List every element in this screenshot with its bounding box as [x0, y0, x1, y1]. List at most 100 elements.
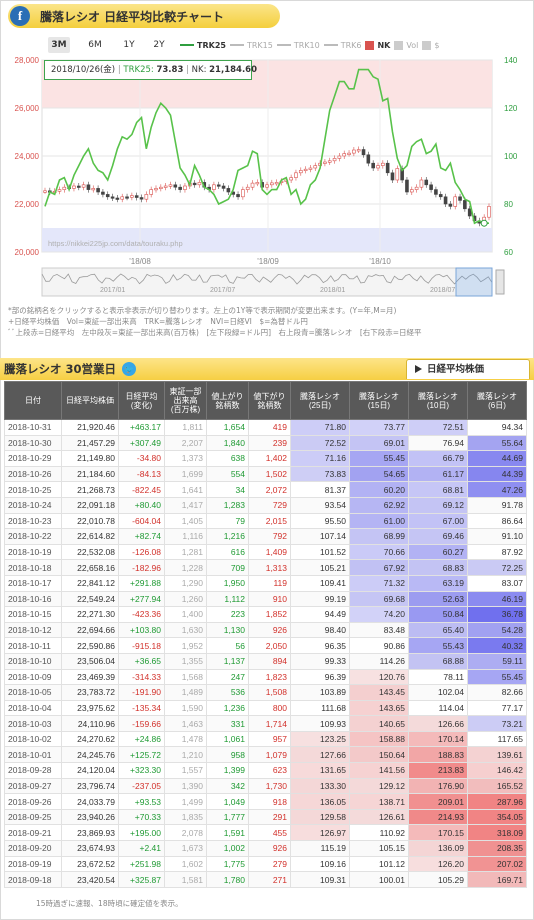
candle-body: [245, 186, 250, 190]
table-cell: 170.15: [408, 824, 468, 842]
table-row: 2018-10-31 21,920.46 +463.17 1,811 1,654 419 7…: [4, 419, 527, 436]
candle-body: [110, 196, 115, 199]
table-cell: 96.39: [290, 668, 350, 686]
table-cell: 136.09: [408, 840, 468, 857]
table-cell: 1,581: [164, 871, 207, 888]
table-cell: +307.49: [118, 434, 165, 452]
table-cell: 114.26: [349, 652, 409, 670]
table-cell: 331: [206, 715, 249, 732]
candle-body: [144, 194, 149, 200]
legend-item-trk6[interactable]: TRK6: [323, 41, 361, 50]
table-cell: 22,841.12: [61, 574, 119, 592]
table-cell: 2018-09-26: [4, 793, 62, 810]
candle-body: [62, 186, 67, 190]
range-button-2y[interactable]: 2Y: [148, 37, 170, 53]
nikkei-vs-ratio-chart[interactable]: 28,000 26,000 24,000 22,000 20,000 140 120 100 8…: [0, 52, 534, 302]
f-badge-icon: f: [10, 6, 30, 26]
table-cell: 2018-09-21: [4, 824, 62, 842]
table-cell: 83.48: [349, 621, 409, 639]
legend-item-usd[interactable]: $: [422, 40, 440, 50]
legend-item-trk25[interactable]: TRK25: [180, 41, 226, 50]
candle-body: [197, 182, 202, 186]
column-header: 値下がり 銘柄数: [248, 381, 291, 420]
table-cell: 44.69: [467, 450, 527, 467]
legend-label: NK: [377, 40, 391, 50]
table-cell: 2018-10-25: [4, 481, 62, 498]
candle-body: [173, 184, 178, 188]
table-cell: 1,399: [206, 762, 249, 779]
table-cell: 44.39: [467, 465, 527, 483]
column-header: 騰落レシオ (10日): [408, 381, 468, 420]
table-cell: 68.83: [408, 559, 468, 576]
table-cell: 72.25: [467, 559, 527, 576]
table-cell: 72.52: [290, 434, 350, 452]
left-tick-label: 20,000: [15, 248, 40, 257]
table-cell: 98.40: [290, 621, 350, 639]
candle-body: [356, 149, 361, 152]
table-cell: 1,002: [206, 840, 249, 857]
table-cell: 63.19: [408, 574, 468, 592]
table-cell: 213.83: [408, 762, 468, 779]
navigator-label: 2017/07: [210, 287, 235, 294]
table-cell: 291: [248, 808, 291, 826]
candle-body: [81, 184, 86, 188]
table-cell: -34.80: [118, 450, 165, 467]
table-cell: 23,869.93: [61, 824, 119, 842]
table-cell: 96.35: [290, 637, 350, 654]
table-row: 2018-10-05 23,783.72 -191.90 1,489 536 1,508 1…: [4, 684, 527, 701]
table-row: 2018-09-18 23,420.54 +325.87 1,581 1,780 271 1…: [4, 871, 527, 888]
nikkei-tab-button[interactable]: 日経平均株価: [406, 359, 530, 379]
table-cell: 1,061: [206, 730, 249, 748]
legend-item-trk15[interactable]: TRK15: [229, 41, 273, 50]
candle-body: [178, 186, 182, 190]
twitter-bird-icon[interactable]: 🐦: [122, 362, 137, 376]
legend-item-nk[interactable]: NK: [365, 40, 391, 50]
candle-body: [323, 161, 327, 164]
table-cell: 69.12: [408, 496, 468, 514]
legend-label: $: [434, 40, 440, 50]
note-line: +日経平均株価 Vol=東証一部出来高 TRK=騰落レシオ NVI=日経VI $…: [8, 317, 308, 326]
candle-body: [385, 162, 390, 174]
table-cell: 71.16: [290, 450, 350, 467]
candle-body: [265, 184, 269, 188]
table-cell: 1,489: [164, 684, 207, 701]
table-row: 2018-10-03 24,110.96 -159.66 1,463 331 1,714 1…: [4, 715, 527, 732]
range-button-3m[interactable]: 3M: [48, 37, 70, 53]
candle-body: [250, 182, 255, 188]
table-cell: 136.05: [290, 793, 350, 810]
table-cell: 90.86: [349, 637, 409, 654]
footer-note: 15時過ぎに速報、18時頃に確定値を表示。: [36, 899, 183, 908]
table-cell: 1,777: [206, 808, 249, 826]
legend-item-trk10[interactable]: TRK10: [276, 41, 320, 50]
table-cell: 101.52: [290, 543, 350, 561]
right-tick-label: 120: [504, 104, 518, 113]
table-cell: 55.43: [408, 637, 468, 654]
chart-legend: TRK25 TRK15 TRK10 TRK6 NK Vol $: [180, 37, 439, 53]
navigator-label: 2018/01: [320, 287, 345, 294]
table-cell: 102.04: [408, 684, 468, 701]
column-header: 東証一部 出来高 (百万株): [164, 381, 207, 420]
table-cell: 54.28: [467, 621, 527, 639]
table-cell: 2018-10-19: [4, 543, 62, 561]
range-button-1y[interactable]: 1Y: [118, 37, 140, 53]
table-cell: 71.80: [290, 419, 350, 436]
table-cell: 91.78: [467, 496, 527, 514]
table-cell: 23,672.52: [61, 855, 119, 873]
table-cell: 1,699: [164, 465, 207, 483]
range-button-6m[interactable]: 6M: [84, 37, 106, 53]
table-cell: 1,355: [164, 652, 207, 670]
table-cell: 287.96: [467, 793, 527, 810]
table-row: 2018-10-01 24,245.76 +125.72 1,210 958 1,079 1…: [4, 746, 527, 764]
legend-item-vol[interactable]: Vol: [394, 40, 418, 50]
table-cell: 2,050: [248, 637, 291, 654]
navigator-label: 2017/01: [100, 287, 125, 294]
table-row: 2018-09-21 23,869.93 +195.00 2,078 1,591 455 1…: [4, 824, 527, 842]
table-cell: 23,420.54: [61, 871, 119, 888]
table-cell: 21,920.46: [61, 419, 119, 436]
table-cell: 2018-10-05: [4, 684, 62, 701]
table-cell: 23,674.93: [61, 840, 119, 857]
candle-body: [192, 182, 197, 186]
candle-body: [221, 185, 226, 189]
table-cell: 94.34: [467, 419, 527, 436]
table-cell: 1,228: [164, 559, 207, 576]
